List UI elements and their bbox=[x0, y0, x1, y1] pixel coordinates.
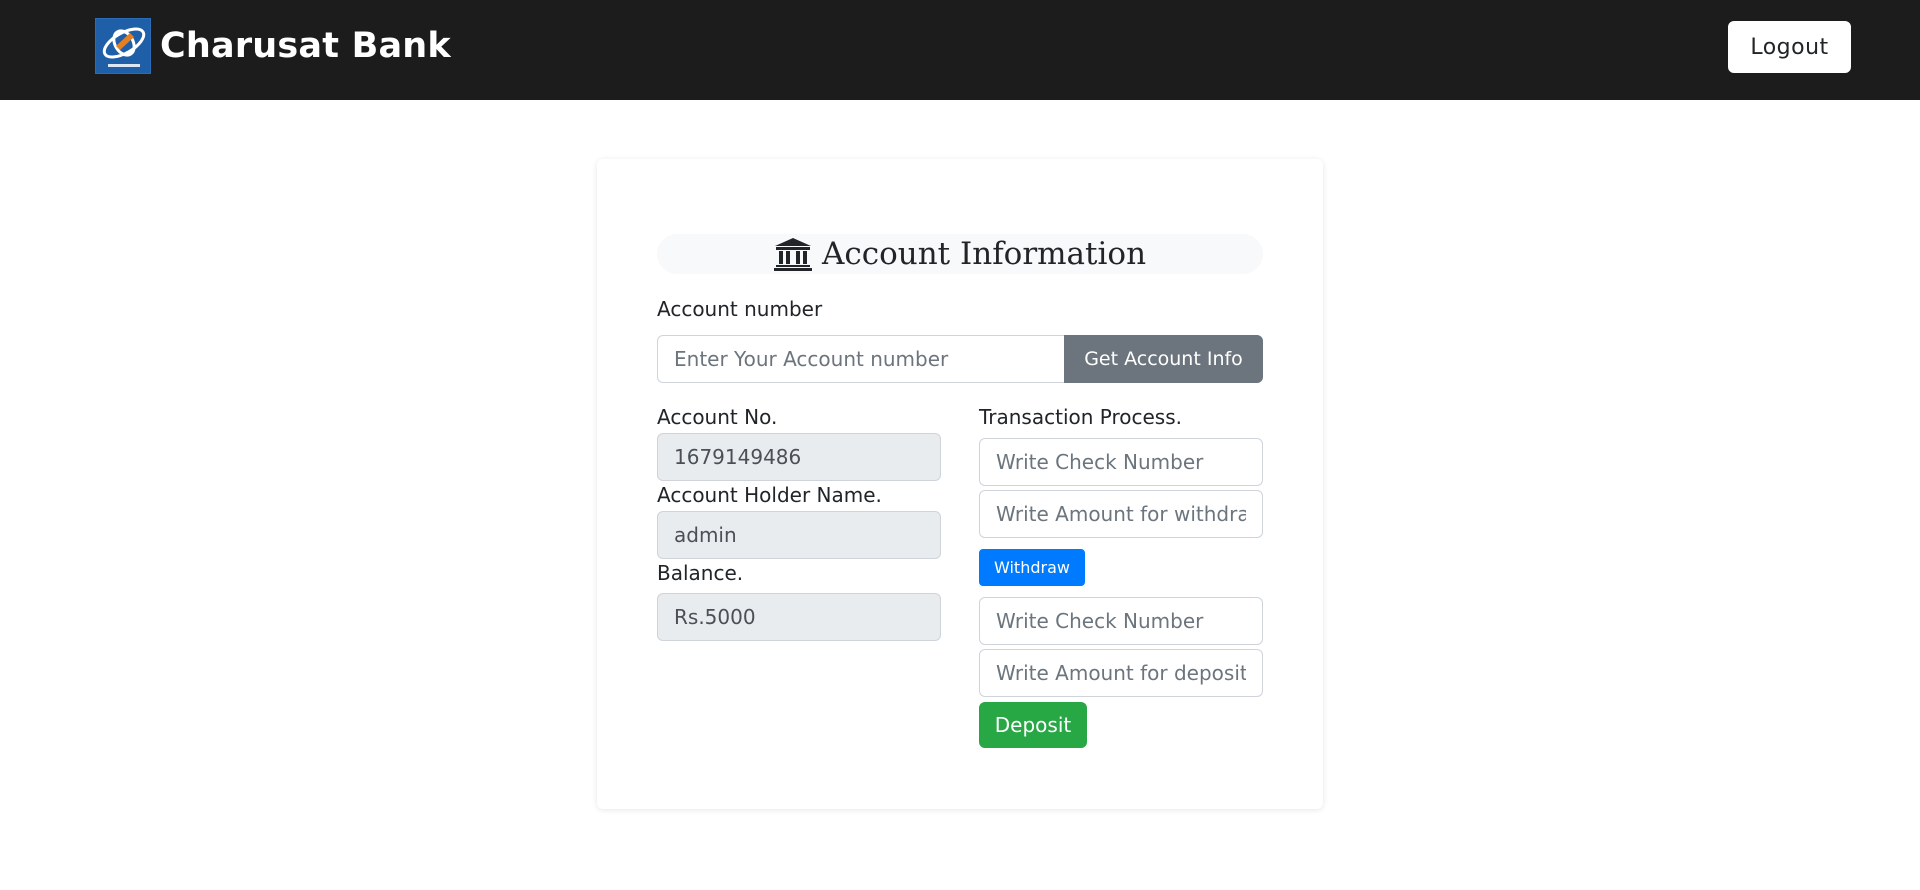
bank-logo-icon bbox=[95, 18, 151, 74]
brand-link[interactable]: Charusat Bank bbox=[95, 18, 451, 74]
bank-building-icon bbox=[773, 238, 812, 271]
balance-field[interactable] bbox=[657, 593, 941, 641]
deposit-amount-input[interactable] bbox=[979, 649, 1263, 697]
deposit-button[interactable]: Deposit bbox=[979, 702, 1087, 748]
transaction-process-label: Transaction Process. bbox=[979, 405, 1182, 429]
account-info-card: Account Information Account number Get A… bbox=[597, 159, 1323, 809]
deposit-check-number-input[interactable] bbox=[979, 597, 1263, 645]
withdraw-button[interactable]: Withdraw bbox=[979, 549, 1085, 586]
account-number-input[interactable] bbox=[657, 335, 1065, 383]
brand-name: Charusat Bank bbox=[160, 26, 451, 66]
balance-label: Balance. bbox=[657, 561, 744, 585]
holder-name-label: Account Holder Name. bbox=[657, 483, 882, 507]
account-number-label: Account number bbox=[657, 297, 823, 321]
withdraw-amount-input[interactable] bbox=[979, 490, 1263, 538]
card-header: Account Information bbox=[657, 234, 1263, 274]
logout-button[interactable]: Logout bbox=[1728, 21, 1851, 73]
account-no-label: Account No. bbox=[657, 405, 778, 429]
navbar: Charusat Bank Logout bbox=[0, 0, 1920, 100]
holder-name-field[interactable] bbox=[657, 511, 941, 559]
withdraw-check-number-input[interactable] bbox=[979, 438, 1263, 486]
account-no-field[interactable] bbox=[657, 433, 941, 481]
page-title: Account Information bbox=[821, 236, 1147, 272]
get-account-info-button[interactable]: Get Account Info bbox=[1064, 335, 1263, 383]
